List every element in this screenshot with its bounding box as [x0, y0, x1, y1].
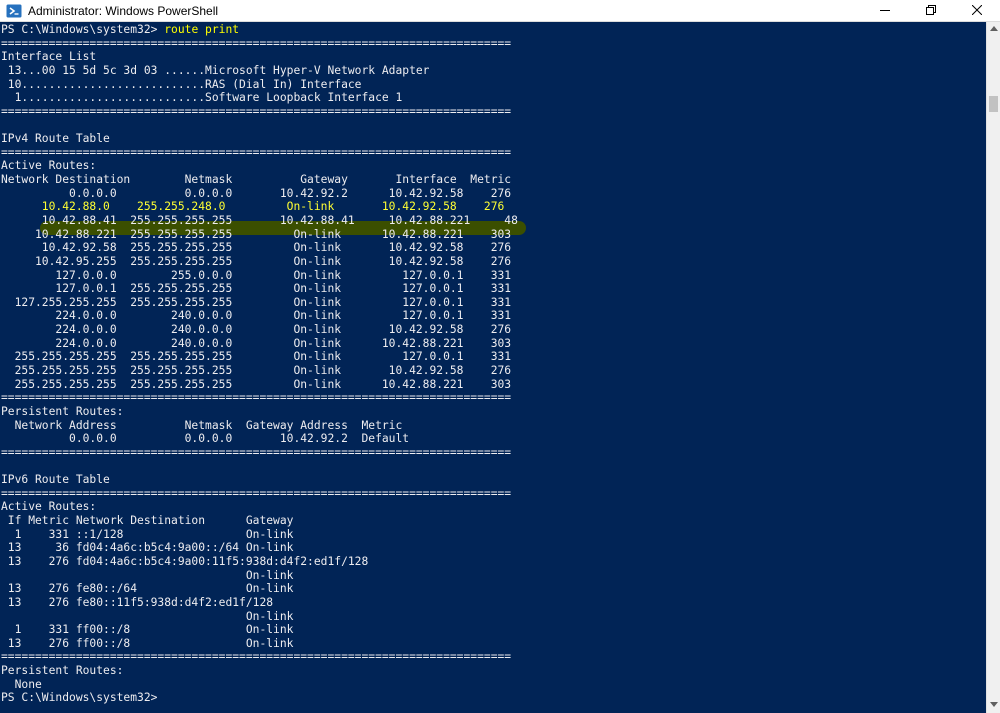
output-line: ========================================… — [1, 104, 512, 118]
output-line: ========================================… — [1, 486, 512, 500]
prompt: PS C:\Windows\system32> — [1, 23, 165, 36]
output-line: Network Destination Netmask Gateway Inte… — [1, 173, 512, 187]
output-line: 13 36 fd04:4a6c:b5c4:9a00::/64 On-link — [1, 541, 294, 555]
output-line: 10.42.92.58 255.255.255.255 On-link 10.4… — [1, 241, 512, 255]
output-line: 224.0.0.0 240.0.0.0 On-link 10.42.92.58 … — [1, 323, 512, 337]
output-line: 255.255.255.255 255.255.255.255 On-link … — [1, 377, 512, 391]
window-title: Administrator: Windows PowerShell — [28, 4, 219, 18]
output-line: IPv4 Route Table — [1, 132, 110, 146]
highlighted-route-text: 10.42.88.0 255.255.248.0 On-link 10.42.9… — [1, 200, 505, 214]
output-line: Persistent Routes: — [1, 664, 124, 678]
output-line: 1 331 ff00::/8 On-link — [1, 623, 294, 637]
output-line: 0.0.0.0 0.0.0.0 10.42.92.2 Default — [1, 432, 410, 446]
output-line: ========================================… — [1, 391, 512, 405]
close-button[interactable] — [954, 0, 1000, 22]
output-line: 255.255.255.255 255.255.255.255 On-link … — [1, 364, 512, 378]
output-line: 127.0.0.0 255.0.0.0 On-link 127.0.0.1 33… — [1, 268, 512, 282]
output-line: 13 276 fd04:4a6c:b5c4:9a00:11f5:938d:d4f… — [1, 554, 369, 568]
output-line: None — [1, 677, 42, 691]
output-line: 13 276 fe80::11f5:938d:d4f2:ed1f/128 — [1, 595, 274, 609]
output-line: 1 331 ::1/128 On-link — [1, 527, 294, 541]
output-line: Active Routes: — [1, 159, 97, 173]
output-line: 1...........................Software Loo… — [1, 91, 403, 105]
close-icon — [971, 2, 983, 20]
final-prompt-line: PS C:\Windows\system32> — [1, 691, 518, 705]
vertical-scrollbar[interactable] — [986, 22, 1000, 713]
output-line: 127.0.0.1 255.255.255.255 On-link 127.0.… — [1, 282, 512, 296]
output-line: 10.42.88.221 255.255.255.255 On-link 10.… — [1, 227, 512, 241]
scroll-thumb[interactable] — [989, 96, 998, 112]
output-block-bottom: 10.42.88.41 255.255.255.255 10.42.88.41 … — [1, 214, 518, 691]
output-line: IPv6 Route Table — [1, 473, 110, 487]
command-line: PS C:\Windows\system32> route print — [1, 23, 518, 37]
output-line: Network Address Netmask Gateway Address … — [1, 418, 403, 432]
output-line: Active Routes: — [1, 500, 97, 514]
minimize-button[interactable] — [862, 0, 908, 22]
output-line: Persistent Routes: — [1, 404, 124, 418]
output-line: 13 276 ff00::/8 On-link — [1, 636, 294, 650]
output-line: ========================================… — [1, 36, 512, 50]
scroll-down-icon[interactable] — [990, 702, 998, 707]
output-line: 224.0.0.0 240.0.0.0 On-link 10.42.88.221… — [1, 336, 512, 350]
output-line: 0.0.0.0 0.0.0.0 10.42.92.2 10.42.92.58 2… — [1, 186, 512, 200]
output-line: On-link — [1, 609, 294, 623]
powershell-icon — [6, 3, 22, 19]
output-line: 10.42.88.41 255.255.255.255 10.42.88.41 … — [1, 213, 518, 227]
output-line: On-link — [1, 568, 294, 582]
output-line: If Metric Network Destination Gateway — [1, 514, 294, 528]
output-line: 224.0.0.0 240.0.0.0 On-link 127.0.0.1 33… — [1, 309, 512, 323]
scroll-up-icon[interactable] — [990, 26, 998, 31]
command-text: route print — [164, 23, 240, 36]
console-output: PS C:\Windows\system32> route print =====… — [1, 23, 518, 705]
output-line: ========================================… — [1, 650, 512, 664]
highlighted-route-line: 10.42.88.0 255.255.248.0 On-link 10.42.9… — [1, 200, 518, 214]
output-block-top: ========================================… — [1, 37, 518, 201]
title-bar[interactable]: Administrator: Windows PowerShell — [0, 0, 1000, 22]
output-line: 10.42.95.255 255.255.255.255 On-link 10.… — [1, 254, 512, 268]
output-line: 10...........................RAS (Dial I… — [1, 77, 362, 91]
output-line: 255.255.255.255 255.255.255.255 On-link … — [1, 350, 512, 364]
restore-icon — [926, 2, 936, 20]
output-line: ========================================… — [1, 145, 512, 159]
maximize-button[interactable] — [908, 0, 954, 22]
output-line: 13...00 15 5d 5c 3d 03 ......Microsoft H… — [1, 63, 430, 77]
output-line: 13 276 fe80::/64 On-link — [1, 582, 294, 596]
output-line: Interface List — [1, 50, 97, 64]
final-prompt: PS C:\Windows\system32> — [1, 691, 158, 705]
minimize-icon — [880, 2, 890, 20]
console-area[interactable]: PS C:\Windows\system32> route print =====… — [0, 22, 986, 713]
output-line: 127.255.255.255 255.255.255.255 On-link … — [1, 295, 512, 309]
output-line: ========================================… — [1, 445, 512, 459]
